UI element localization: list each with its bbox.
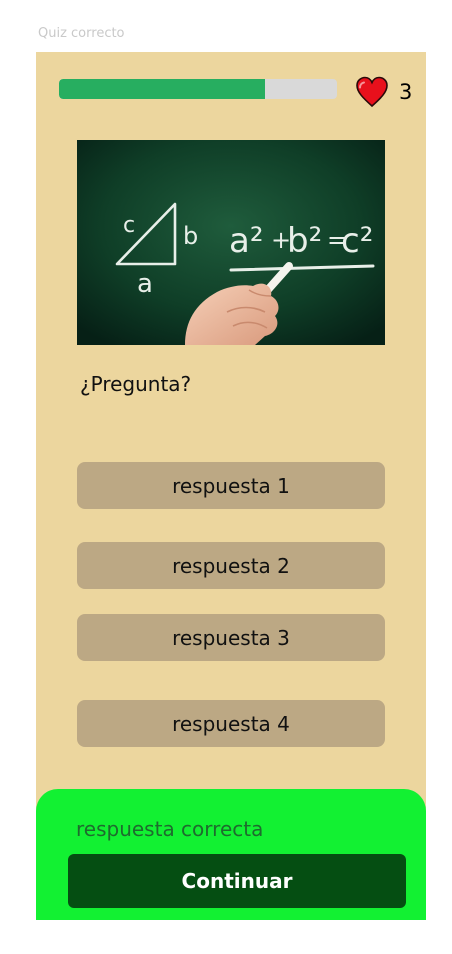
answer-button-2[interactable]: respuesta 2 — [77, 542, 385, 589]
chalk-a-squared: a² — [229, 221, 263, 261]
question-image: c b a a² + b² = c² — [77, 140, 385, 345]
answer-button-3[interactable]: respuesta 3 — [77, 614, 385, 661]
answer-button-1[interactable]: respuesta 1 — [77, 462, 385, 509]
progress-bar — [59, 79, 337, 99]
lives-indicator: 3 — [355, 76, 412, 108]
progress-bar-fill — [59, 79, 265, 99]
chalk-side-a: a — [137, 269, 153, 299]
chalk-side-b: b — [183, 222, 198, 250]
heart-icon — [356, 76, 388, 108]
continue-button[interactable]: Continuar — [68, 854, 406, 908]
frame-label: Quiz correcto — [38, 26, 125, 41]
chalk-side-c: c — [123, 213, 135, 238]
question-text: ¿Pregunta? — [80, 372, 192, 396]
lives-count: 3 — [399, 80, 413, 104]
feedback-message: respuesta correcta — [76, 817, 264, 841]
chalk-c-squared: c² — [341, 221, 373, 261]
chalk-b-squared: b² — [287, 221, 322, 261]
feedback-panel: respuesta correcta Continuar — [36, 789, 426, 920]
answer-button-4[interactable]: respuesta 4 — [77, 700, 385, 747]
